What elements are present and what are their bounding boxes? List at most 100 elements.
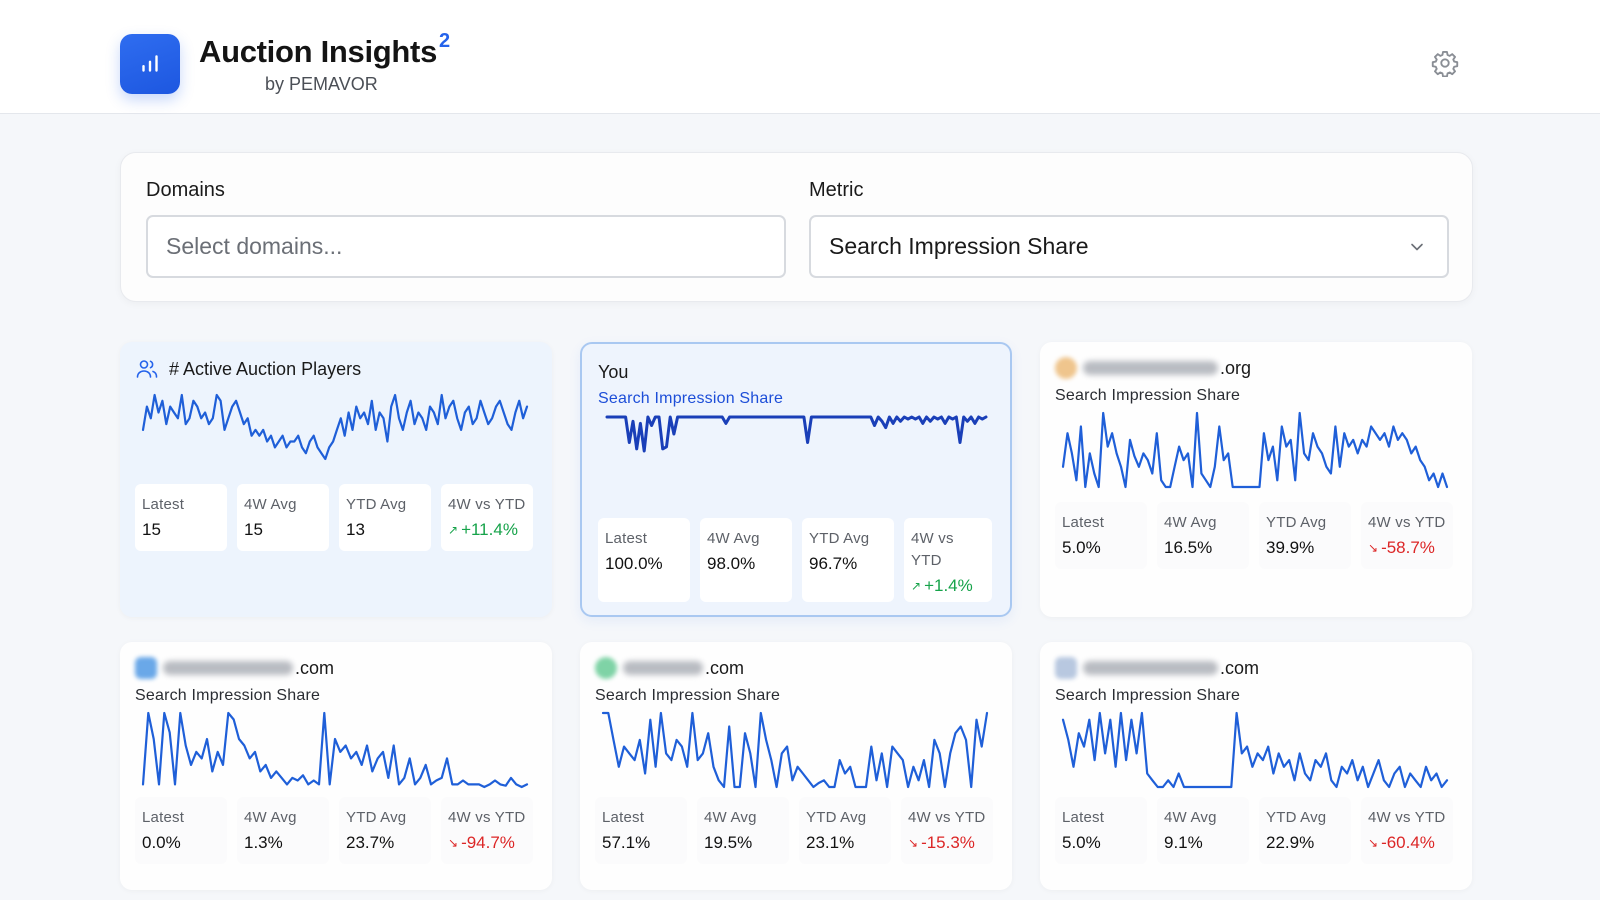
chevron-down-icon bbox=[1411, 243, 1423, 251]
app-title: Auction Insights 2 bbox=[199, 30, 450, 69]
trending-up-icon: ↗ bbox=[911, 579, 922, 593]
gear-icon bbox=[1431, 50, 1459, 77]
stats-row: Latest 15 4W Avg 15 YTD Avg 13 4W vs YTD ↗ +1… bbox=[135, 484, 533, 551]
bar-chart-icon bbox=[142, 55, 158, 72]
stat-label: 4W vs YTD bbox=[448, 809, 526, 826]
domain-tld: .com bbox=[705, 657, 745, 678]
stat-latest: Latest 57.1% bbox=[595, 797, 687, 864]
sparkline-path bbox=[1061, 411, 1449, 489]
stat-value: ↘ -58.7% bbox=[1368, 536, 1446, 561]
stat-label: 4W vs YTD bbox=[908, 809, 986, 826]
card-domain-title: .com bbox=[595, 657, 744, 679]
stat-label: YTD Avg bbox=[809, 530, 870, 547]
stat-label: 4W Avg bbox=[1164, 809, 1217, 826]
stat-4w-vs-ytd: 4W vs YTD ↘ -58.7% bbox=[1361, 502, 1453, 569]
domain-tld: .com bbox=[295, 657, 335, 678]
sparkline bbox=[1061, 411, 1449, 489]
stat-value: 15 bbox=[142, 520, 161, 539]
stat-label: YTD Avg bbox=[1266, 514, 1327, 531]
stat-latest: Latest 5.0% bbox=[1055, 502, 1147, 569]
card-domain-title: .org bbox=[1055, 357, 1251, 379]
stat-value: 100.0% bbox=[605, 554, 663, 573]
sparkline-path bbox=[601, 711, 989, 789]
app-logo bbox=[120, 34, 180, 94]
trending-down-icon: ↘ bbox=[908, 836, 919, 850]
stat-4w-avg: 4W Avg 16.5% bbox=[1157, 502, 1249, 569]
stat-latest: Latest 100.0% bbox=[598, 518, 690, 602]
delta-text: -60.4% bbox=[1381, 833, 1435, 852]
stats-row: Latest 0.0% 4W Avg 1.3% YTD Avg 23.7% 4W vs… bbox=[135, 797, 533, 864]
stat-label: 4W Avg bbox=[1164, 514, 1217, 531]
domain-favicon bbox=[135, 657, 157, 679]
app-subtitle: by PEMAVOR bbox=[265, 74, 378, 94]
domain-name-redacted bbox=[1083, 361, 1218, 375]
stat-label: Latest bbox=[142, 496, 185, 513]
metric-selected-value: Search Impression Share bbox=[829, 233, 1089, 259]
card-competitor[interactable]: .com Search Impression Share Latest 5.0% … bbox=[1040, 642, 1472, 890]
stat-4w-avg: 4W Avg 9.1% bbox=[1157, 797, 1249, 864]
stat-label: 4W Avg bbox=[707, 530, 760, 547]
stats-row: Latest 5.0% 4W Avg 9.1% YTD Avg 22.9% 4W vs… bbox=[1055, 797, 1453, 864]
domain-favicon bbox=[595, 657, 617, 679]
trending-up-icon: ↗ bbox=[448, 523, 459, 537]
domain-name-redacted bbox=[1083, 661, 1218, 675]
stat-value: 13 bbox=[346, 520, 365, 539]
stat-value: ↘ -94.7% bbox=[448, 831, 526, 856]
stat-value: 9.1% bbox=[1164, 833, 1203, 852]
stat-ytd-avg: YTD Avg 22.9% bbox=[1259, 797, 1351, 864]
domain-tld: .com bbox=[1220, 657, 1260, 678]
card-competitor[interactable]: .org Search Impression Share Latest 5.0% … bbox=[1040, 342, 1472, 617]
filter-panel: Domains Metric Search Impression Share bbox=[120, 152, 1473, 302]
domain-favicon bbox=[1055, 657, 1077, 679]
sparkline-path bbox=[141, 711, 529, 789]
domain-name-redacted bbox=[623, 661, 703, 675]
stat-value: ↗ +1.4% bbox=[911, 574, 985, 599]
stat-4w-vs-ytd: 4W vs YTD ↘ -60.4% bbox=[1361, 797, 1453, 864]
stat-ytd-avg: YTD Avg 23.1% bbox=[799, 797, 891, 864]
sparkline-path bbox=[1061, 711, 1449, 789]
stats-row: Latest 57.1% 4W Avg 19.5% YTD Avg 23.1% 4W … bbox=[595, 797, 993, 864]
card-you[interactable]: You Search Impression Share Latest 100.0%… bbox=[580, 342, 1012, 617]
sparkline bbox=[141, 393, 529, 461]
card-metric-label: Search Impression Share bbox=[135, 687, 321, 704]
stat-4w-vs-ytd: 4W vs YTD ↘ -15.3% bbox=[901, 797, 993, 864]
sparkline bbox=[605, 415, 988, 453]
stat-latest: Latest 15 bbox=[135, 484, 227, 551]
stat-label: 4W Avg bbox=[244, 809, 297, 826]
stat-label: YTD Avg bbox=[1266, 809, 1327, 826]
trending-down-icon: ↘ bbox=[1368, 541, 1379, 555]
settings-button[interactable] bbox=[1430, 48, 1460, 78]
sparkline bbox=[1061, 711, 1449, 789]
trending-down-icon: ↘ bbox=[448, 836, 459, 850]
stat-value: 57.1% bbox=[602, 833, 651, 852]
stat-label: 4W Avg bbox=[704, 809, 757, 826]
domains-field[interactable] bbox=[146, 215, 786, 278]
stat-value: ↗ +11.4% bbox=[448, 518, 526, 543]
domains-input[interactable] bbox=[166, 233, 784, 260]
stat-4w-avg: 4W Avg 15 bbox=[237, 484, 329, 551]
stat-label: YTD Avg bbox=[346, 496, 407, 513]
title-superscript: 2 bbox=[439, 30, 450, 52]
trending-down-icon: ↘ bbox=[1368, 836, 1379, 850]
metric-select[interactable]: Search Impression Share bbox=[809, 215, 1449, 278]
card-competitor[interactable]: .com Search Impression Share Latest 57.1%… bbox=[580, 642, 1012, 890]
stat-label: Latest bbox=[602, 809, 645, 826]
stat-value: 15 bbox=[244, 520, 263, 539]
stat-label: Latest bbox=[142, 809, 185, 826]
domains-label: Domains bbox=[146, 179, 225, 201]
stat-value: 19.5% bbox=[704, 833, 753, 852]
stat-value: 23.7% bbox=[346, 833, 395, 852]
stats-row: Latest 5.0% 4W Avg 16.5% YTD Avg 39.9% 4W v… bbox=[1055, 502, 1453, 569]
stat-4w-avg: 4W Avg 1.3% bbox=[237, 797, 329, 864]
stat-value: 98.0% bbox=[707, 554, 756, 573]
card-competitor[interactable]: .com Search Impression Share Latest 0.0% … bbox=[120, 642, 552, 890]
card-active-players[interactable]: # Active Auction Players Latest 15 4W Avg… bbox=[120, 342, 552, 617]
stat-value: 1.3% bbox=[244, 833, 283, 852]
stat-value: 5.0% bbox=[1062, 833, 1101, 852]
app-header: Auction Insights 2 by PEMAVOR bbox=[0, 0, 1600, 114]
stat-label: Latest bbox=[605, 530, 648, 547]
card-domain-title: .com bbox=[1055, 657, 1259, 679]
stat-label: 4W vs YTD bbox=[448, 496, 526, 513]
sparkline-path bbox=[605, 415, 988, 453]
stat-value: 23.1% bbox=[806, 833, 855, 852]
